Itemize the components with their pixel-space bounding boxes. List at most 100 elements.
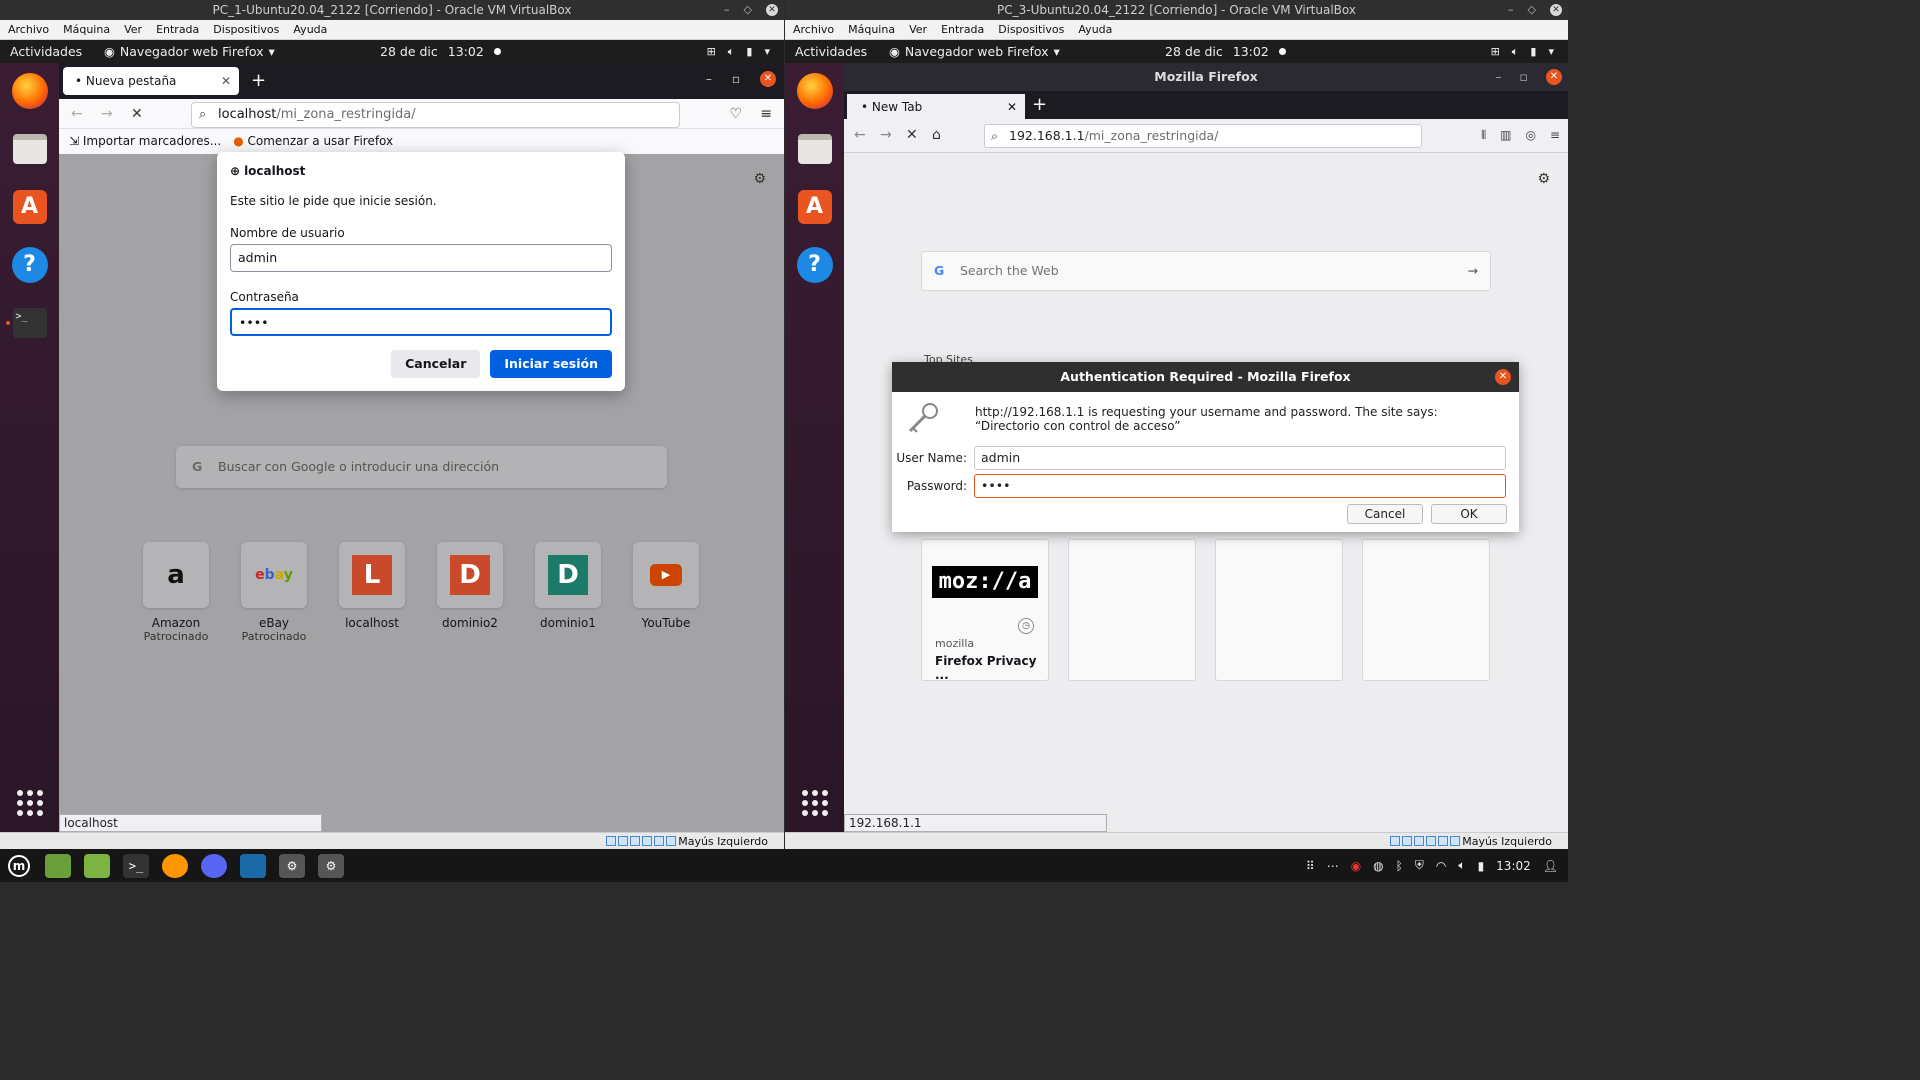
sidebar-icon[interactable]: ▥ [1500, 128, 1511, 143]
username-field[interactable]: admin [974, 446, 1506, 470]
dock-files[interactable] [10, 129, 50, 169]
password-field[interactable]: •••• [230, 308, 612, 336]
close-icon[interactable]: ✕ [760, 71, 776, 87]
shield-icon[interactable]: ⛨ [1415, 858, 1424, 873]
menu-ver[interactable]: Ver [909, 20, 927, 39]
tile-ebay[interactable]: ebay eBay Patrocinado [241, 542, 307, 643]
minimize-icon[interactable]: – [706, 72, 712, 86]
discord-icon[interactable] [201, 853, 227, 878]
search-box[interactable]: G Buscar con Google o introducir una dire… [176, 446, 667, 488]
menu-icon[interactable]: ≡ [760, 106, 772, 122]
dock-help[interactable]: ? [795, 245, 835, 285]
firefox-icon[interactable] [162, 853, 188, 878]
dock-software[interactable]: A [10, 187, 50, 227]
home-icon[interactable]: ⌂ [932, 127, 941, 143]
close-icon[interactable]: ✕ [766, 4, 778, 16]
apps-grid-icon[interactable]: ⠿ [1306, 859, 1315, 873]
dock-software[interactable]: A [795, 187, 835, 227]
user-icon[interactable]: 👤︎ [1543, 859, 1558, 873]
menu-entrada[interactable]: Entrada [941, 20, 984, 39]
dock-firefox[interactable] [795, 71, 835, 111]
gear-icon[interactable]: ⚙ [1537, 171, 1550, 187]
account-icon[interactable]: ◎ [1525, 128, 1535, 143]
settings-icon[interactable]: ⚙ [279, 853, 305, 878]
tab-new[interactable]: • New Tab ✕ [847, 94, 1025, 120]
site-card-mozilla[interactable]: moz://a ◷ mozilla Firefox Privacy ... [921, 539, 1049, 682]
close-tab-icon[interactable]: ✕ [1007, 94, 1017, 120]
tile-localhost[interactable]: Llocalhost [339, 542, 405, 643]
menu-dispositivos[interactable]: Dispositivos [998, 20, 1064, 39]
forward-icon[interactable]: → [880, 127, 892, 143]
arrow-right-icon[interactable]: → [1468, 252, 1478, 290]
forward-icon[interactable]: → [101, 106, 113, 122]
show-apps-icon[interactable] [802, 790, 828, 816]
settings-icon[interactable]: ⚙ [318, 853, 344, 878]
search-box[interactable]: G Search the Web → [921, 251, 1491, 291]
virtualbox-icon[interactable] [240, 853, 266, 878]
maximize-icon[interactable]: ▫ [1520, 63, 1528, 91]
bluetooth-icon[interactable]: ᛒ [1396, 859, 1403, 873]
dock-terminal[interactable]: >_ [5, 303, 50, 343]
username-field[interactable]: admin [230, 244, 612, 272]
restore-icon[interactable]: ◇ [744, 0, 752, 20]
menu-ayuda[interactable]: Ayuda [293, 20, 327, 39]
dock-help[interactable]: ? [10, 245, 50, 285]
menu-maquina[interactable]: Máquina [63, 20, 110, 39]
volume-icon[interactable]: 🔈︎ [1458, 858, 1465, 873]
menu-dispositivos[interactable]: Dispositivos [213, 20, 279, 39]
password-field[interactable]: •••• [974, 474, 1506, 498]
restore-icon[interactable]: ◇ [1528, 0, 1536, 20]
cancel-button[interactable]: Cancelar [391, 350, 481, 378]
gear-icon[interactable]: ⚙ [753, 171, 766, 187]
minimize-icon[interactable]: – [1495, 63, 1501, 91]
minimize-icon[interactable]: – [1508, 0, 1514, 20]
menu-icon[interactable]: ≡ [1550, 128, 1560, 143]
update-icon[interactable]: ◉ [1351, 859, 1361, 873]
menu-archivo[interactable]: Archivo [8, 20, 49, 39]
back-icon[interactable]: ← [71, 106, 83, 122]
pocket-icon[interactable]: ♡ [729, 106, 742, 122]
stop-icon[interactable]: ✕ [906, 127, 918, 143]
more-icon[interactable]: ⋯ [1327, 859, 1339, 873]
tile-youtube[interactable]: ▶ YouTube [633, 542, 699, 643]
menu-ayuda[interactable]: Ayuda [1078, 20, 1112, 39]
desktop-icon[interactable] [45, 853, 71, 878]
dock-files[interactable] [795, 129, 835, 169]
mint-menu-icon[interactable]: m [6, 854, 32, 878]
new-tab-button[interactable]: + [251, 67, 266, 95]
close-icon[interactable]: ✕ [1495, 369, 1511, 385]
dock-firefox[interactable] [10, 71, 50, 111]
terminal-icon[interactable]: >_ [123, 853, 149, 878]
clock[interactable]: 28 de dic 13:02 [1165, 40, 1286, 63]
tile-dominio1[interactable]: Ddominio1 [535, 542, 601, 643]
activities-button[interactable]: Actividades [10, 40, 82, 63]
activities-button[interactable]: Actividades [795, 40, 867, 63]
library-icon[interactable]: ⫴ [1481, 128, 1486, 143]
wifi-icon[interactable]: ◠ [1436, 859, 1446, 873]
host-clock[interactable]: 13:02 [1496, 859, 1531, 873]
login-button[interactable]: Iniciar sesión [490, 350, 612, 378]
stop-icon[interactable]: ✕ [131, 106, 143, 122]
minimize-icon[interactable]: – [724, 0, 730, 20]
app-menu[interactable]: ◉ Navegador web Firefox ▾ [104, 40, 275, 63]
maximize-icon[interactable]: ▫ [732, 72, 740, 86]
close-icon[interactable]: ✕ [1550, 4, 1562, 16]
show-apps-icon[interactable] [17, 790, 43, 816]
close-tab-icon[interactable]: ✕ [221, 67, 231, 95]
discord-tray-icon[interactable]: ◍ [1373, 859, 1383, 873]
close-icon[interactable]: ✕ [1546, 69, 1562, 85]
url-bar[interactable]: ⌕ 192.168.1.1/mi_zona_restringida/ [984, 124, 1422, 148]
menu-entrada[interactable]: Entrada [156, 20, 199, 39]
ok-button[interactable]: OK [1431, 504, 1507, 524]
app-menu[interactable]: ◉ Navegador web Firefox ▾ [889, 40, 1060, 63]
system-tray[interactable]: ⊞ 🔈︎ ▮ ▾ [1491, 40, 1554, 63]
menu-archivo[interactable]: Archivo [793, 20, 834, 39]
menu-ver[interactable]: Ver [124, 20, 142, 39]
system-tray[interactable]: ⊞ 🔈︎ ▮ ▾ [707, 40, 770, 63]
battery-icon[interactable]: ▮ [1478, 859, 1485, 873]
folder-icon[interactable] [84, 853, 110, 878]
import-bookmarks[interactable]: ⇲ Importar marcadores... [69, 129, 221, 153]
clock[interactable]: 28 de dic 13:02 [380, 40, 501, 63]
tile-dominio2[interactable]: Ddominio2 [437, 542, 503, 643]
cancel-button[interactable]: Cancel [1347, 504, 1423, 524]
